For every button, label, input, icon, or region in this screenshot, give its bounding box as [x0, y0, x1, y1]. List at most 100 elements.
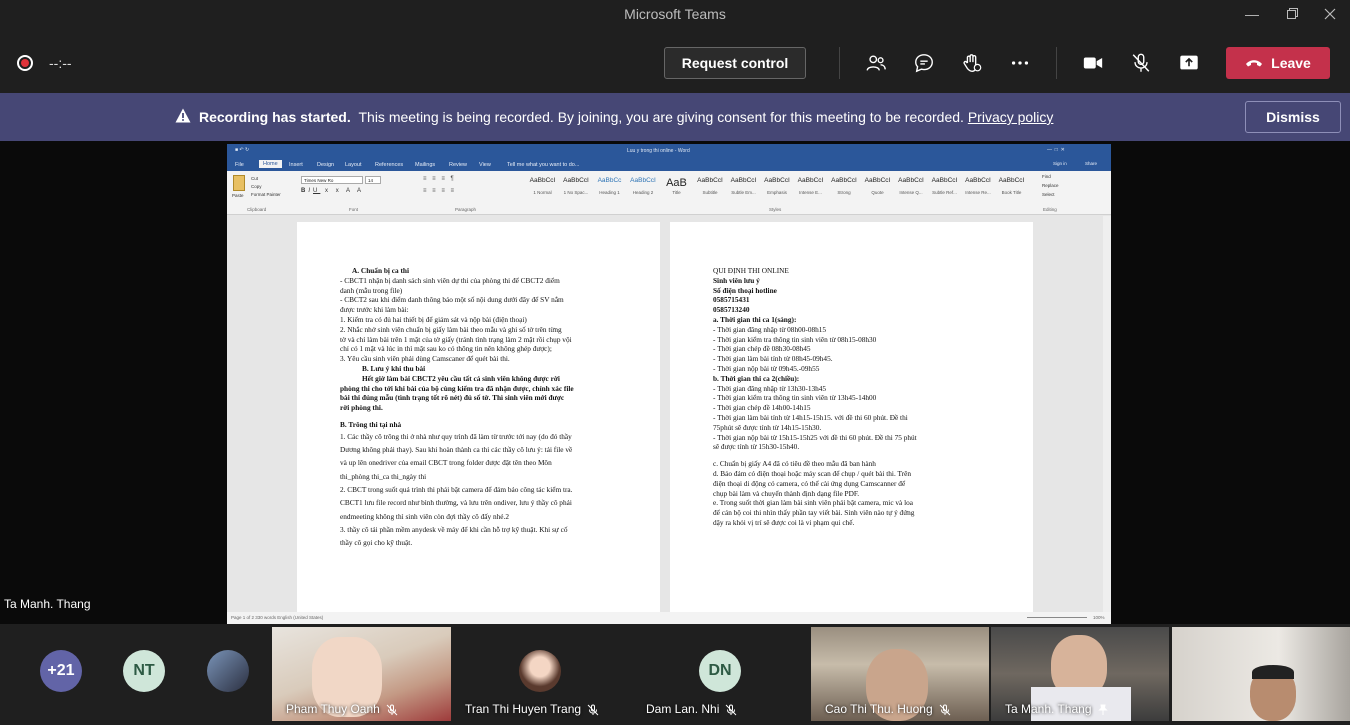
- privacy-policy-link[interactable]: Privacy policy: [968, 109, 1054, 125]
- warning-icon: [175, 108, 191, 123]
- participant-name: Tran Thi Huyen Trang: [465, 702, 599, 716]
- style-name: Book Title: [1001, 190, 1022, 195]
- style-option[interactable]: AaBbCcI Subtitle: [695, 177, 726, 199]
- video-tile-ta-manh-thang[interactable]: Ta Manh. Thang: [991, 627, 1169, 721]
- close-icon[interactable]: [1310, 0, 1350, 27]
- zoom-slider[interactable]: [1027, 617, 1087, 618]
- word-tab[interactable]: References: [375, 162, 403, 168]
- document-line: 2. CBCT trong suốt quá trình thi phải bậ…: [340, 484, 573, 494]
- style-option[interactable]: AaBbCcI 1 Normal: [527, 177, 558, 199]
- toolbar-divider: [839, 47, 840, 79]
- style-sample: AaBbCcI: [965, 177, 991, 184]
- minimize-icon[interactable]: —: [1232, 0, 1272, 27]
- request-control-button[interactable]: Request control: [664, 47, 806, 79]
- paste-icon[interactable]: [233, 175, 245, 191]
- style-option[interactable]: AaBbCcI Intense E...: [795, 177, 826, 199]
- style-option[interactable]: AaBbCcI Strong: [829, 177, 860, 199]
- font-size-select[interactable]: 14: [365, 176, 381, 184]
- copy-label[interactable]: Copy: [251, 184, 262, 189]
- style-sample: AaBbCcI: [931, 177, 958, 184]
- share-screen-icon[interactable]: [1175, 49, 1203, 77]
- recording-banner: Recording has started. This meeting is b…: [0, 93, 1350, 141]
- style-sample: AaBbCcI: [563, 177, 589, 184]
- style-option[interactable]: AaBbCcI Emphasis: [762, 177, 793, 199]
- style-sample: AaBbCc: [597, 177, 622, 184]
- word-tab[interactable]: Mailings: [415, 162, 435, 168]
- word-ribbon: Paste Cut Copy Format Painter Times New …: [227, 161, 1111, 215]
- word-tab[interactable]: Insert: [289, 162, 303, 168]
- word-tab[interactable]: View: [479, 162, 491, 168]
- video-tile-cao-thi-thu-huong[interactable]: Cao Thi Thu. Huong: [811, 627, 989, 721]
- paragraph-buttons[interactable]: ≡ ≡ ≡ ¶: [423, 176, 456, 182]
- window-title: Microsoft Teams: [624, 5, 726, 22]
- select-button[interactable]: Select: [1042, 192, 1055, 197]
- video-tile-participant[interactable]: [1172, 627, 1350, 721]
- hang-up-icon: [1246, 60, 1263, 67]
- document-line: 0585715431: [713, 295, 750, 305]
- more-actions-icon[interactable]: [1006, 49, 1034, 77]
- style-name: Intense E...: [799, 190, 822, 195]
- replace-button[interactable]: Replace: [1042, 183, 1059, 188]
- document-line: - Thời gian làm bài tính từ 08h45-09h45.: [713, 354, 833, 364]
- document-line: - Thời gian kiểm tra thông tin sinh viên…: [713, 334, 877, 344]
- document-scrollbar[interactable]: [1103, 216, 1111, 612]
- more-participants-badge[interactable]: +21: [40, 650, 82, 692]
- document-line: danh (mẫu trong file): [340, 285, 403, 295]
- page-1-text: A. Chuẩn bị ca thi - CBCT1 nhận bị danh s…: [340, 266, 574, 549]
- avatar-nt: NT: [123, 650, 165, 692]
- style-option[interactable]: AaBbCcI Intense Re...: [963, 177, 994, 199]
- camera-icon[interactable]: [1079, 49, 1107, 77]
- style-option[interactable]: AaBbCcI Book Title: [996, 177, 1027, 199]
- raise-hand-icon[interactable]: [958, 49, 986, 77]
- mic-muted-icon[interactable]: [1127, 49, 1155, 77]
- word-tab[interactable]: Home: [259, 160, 282, 168]
- style-option[interactable]: AaBbCcI Heading 2: [628, 177, 659, 199]
- zoom-level[interactable]: 100%: [1093, 615, 1105, 620]
- document-line: endmeeting không thì sinh viên còn đợi t…: [340, 511, 510, 521]
- style-option[interactable]: AaB Title: [661, 177, 692, 199]
- participant-tile-dam-lan-nhi[interactable]: DN Dam Lan. Nhi: [636, 627, 808, 721]
- participant-name: Pham Thuy Oanh: [286, 702, 398, 716]
- leave-button[interactable]: Leave: [1226, 47, 1330, 79]
- dismiss-button[interactable]: Dismiss: [1245, 101, 1341, 133]
- font-format-buttons[interactable]: BIU x x A A: [301, 188, 364, 194]
- document-line: điện thoại di động có camera, có thể cài…: [713, 478, 906, 488]
- document-line: - Thời gian làm bài tính từ 14h15-15h15.…: [713, 412, 908, 422]
- font-name-select[interactable]: Times New Ro: [301, 176, 363, 184]
- participants-icon[interactable]: [862, 49, 890, 77]
- word-tab[interactable]: Tell me what you want to do...: [507, 162, 579, 168]
- style-name: Emphasis: [767, 190, 787, 195]
- participant-strip: +21 NT Pham Thuy Oanh Tran Thi Huyen Tra…: [0, 624, 1350, 725]
- find-button[interactable]: Find: [1042, 174, 1051, 179]
- document-line: - CBCT2 sau khi điểm danh thông báo một …: [340, 295, 564, 305]
- paste-label: Paste: [232, 193, 244, 198]
- document-line: 1. Các thầy cô trông thi ở nhà như quy t…: [340, 431, 572, 441]
- word-tab[interactable]: File: [235, 162, 244, 168]
- video-tile-pham-thuy-oanh[interactable]: Pham Thuy Oanh: [272, 627, 451, 721]
- style-option[interactable]: AaBbCcI Subtle Em...: [728, 177, 759, 199]
- word-tab[interactable]: Design: [317, 162, 334, 168]
- cut-label[interactable]: Cut: [251, 176, 258, 181]
- style-option[interactable]: AaBbCcI Intense Q...: [896, 177, 927, 199]
- avatar-dn: DN: [699, 650, 741, 692]
- style-name: Strong: [837, 190, 851, 195]
- document-line: 2. Nhắc nhở sinh viên chuẩn bị giấy làm …: [340, 324, 562, 334]
- alignment-buttons[interactable]: ≡ ≡ ≡ ≡: [423, 188, 456, 194]
- format-painter-label[interactable]: Format Painter: [251, 192, 281, 197]
- style-option[interactable]: AaBbCc Heading 1: [594, 177, 625, 199]
- style-sample: AaBbCcI: [529, 177, 556, 184]
- chat-icon[interactable]: [910, 49, 938, 77]
- word-tab[interactable]: Review: [449, 162, 467, 168]
- group-clipboard: Clipboard: [247, 207, 267, 212]
- sign-in-link[interactable]: Sign in: [1053, 161, 1067, 166]
- style-option[interactable]: AaBbCcI Quote: [862, 177, 893, 199]
- share-link[interactable]: Share: [1085, 161, 1097, 166]
- style-sample: AaBbCcI: [764, 177, 790, 184]
- style-option[interactable]: AaBbCcI 1 No Spac...: [561, 177, 592, 199]
- style-name: Heading 1: [599, 190, 620, 195]
- participant-tile-tran-thi-huyen-trang[interactable]: Tran Thi Huyen Trang: [455, 627, 630, 721]
- style-option[interactable]: AaBbCcI Subtle Ref...: [929, 177, 960, 199]
- maximize-icon[interactable]: [1272, 0, 1312, 27]
- word-tab[interactable]: Layout: [345, 162, 362, 168]
